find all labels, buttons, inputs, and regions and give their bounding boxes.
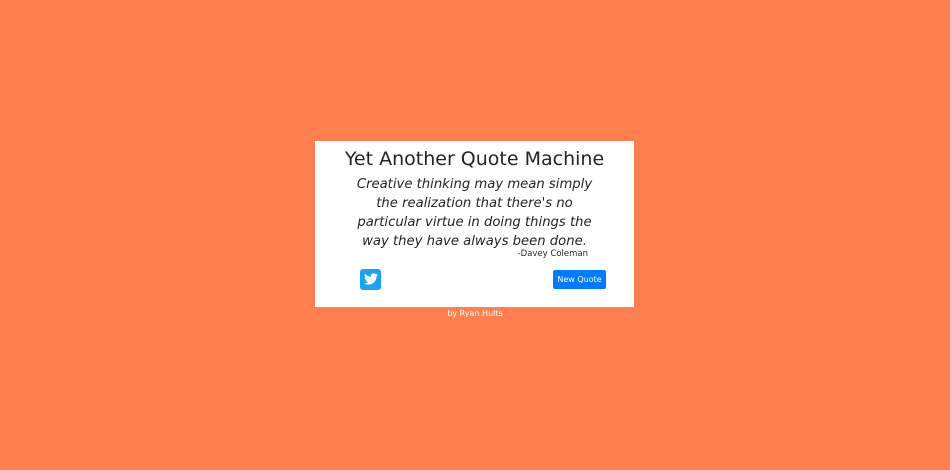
quote-author: -Davey Coleman [517,249,588,259]
author-credit: by Ryan Hults [447,309,503,318]
twitter-icon [363,270,378,289]
twitter-bird-svg [363,273,378,285]
tweet-button[interactable] [360,269,381,290]
quote-box: Yet Another Quote Machine Creative think… [315,141,634,307]
quote-text: Creative thinking may mean simply the re… [356,177,593,249]
new-quote-button[interactable]: New Quote [553,270,606,289]
page-title: Yet Another Quote Machine [344,148,605,170]
